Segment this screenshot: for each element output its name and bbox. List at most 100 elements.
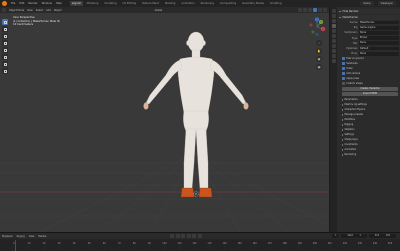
checkbox[interactable]	[342, 72, 345, 76]
collapsed-panel[interactable]: Rendering	[338, 152, 400, 157]
checkbox[interactable]	[342, 82, 345, 86]
collapsed-panel-label: Animation	[344, 148, 357, 152]
panel-header-main[interactable]: Hide Rendex	[338, 8, 400, 14]
property-dropdown[interactable]: Default	[359, 46, 399, 51]
rotate-icon[interactable]	[2, 40, 8, 46]
tab-modeling[interactable]: Modeling	[85, 1, 101, 6]
menu-playback[interactable]: Playback	[2, 235, 13, 238]
3d-viewport[interactable]: User Perspective (1) Collection | MakeHu…	[0, 13, 329, 232]
data-tab-icon[interactable]	[331, 54, 336, 58]
menu-window[interactable]: Window	[42, 2, 52, 5]
menu-help[interactable]: Help	[56, 2, 62, 5]
timeline-tick-label: 40	[73, 242, 76, 245]
3d-cursor-icon	[193, 191, 199, 197]
zoom-icon[interactable]: ⌕	[316, 40, 322, 46]
output-tab-icon[interactable]	[331, 19, 336, 23]
tab-scripting[interactable]: Scripting	[268, 1, 284, 6]
physics-tab-icon[interactable]	[331, 44, 336, 48]
overlay-icon[interactable]	[298, 8, 302, 12]
tab-shading[interactable]: Shading	[163, 1, 178, 6]
world-tab-icon[interactable]	[331, 29, 336, 33]
timeline-ruler[interactable]: 0 10 20 30 40 50 60 70 80 90 100 110 120 130 140 150 160…	[0, 240, 400, 251]
prev-key-icon[interactable]	[175, 234, 180, 238]
chevron-right-icon	[342, 118, 343, 121]
property-dropdown[interactable]: Game engine	[359, 25, 399, 30]
tab-layout[interactable]: Layout	[69, 1, 83, 6]
scene-tab-icon[interactable]	[331, 24, 336, 28]
tab-sculpting[interactable]: Sculpting	[102, 1, 118, 6]
constraint-tab-icon[interactable]	[331, 49, 336, 53]
chevron-right-icon	[342, 128, 343, 131]
material-tab-icon[interactable]	[331, 59, 336, 63]
play-reverse-icon[interactable]	[181, 234, 185, 238]
perspective-icon[interactable]: ▦	[316, 64, 322, 70]
material-shading-icon[interactable]	[318, 8, 322, 12]
scene-selector[interactable]: Scene	[360, 1, 374, 6]
navigation-gizmo[interactable]: X Y Z	[307, 17, 327, 37]
annotate-icon[interactable]	[2, 61, 8, 67]
menu-edit[interactable]: Edit	[19, 2, 24, 5]
menu-object[interactable]: Object	[54, 9, 62, 12]
menu-select[interactable]: Select	[36, 9, 43, 12]
object-tab-icon[interactable]	[331, 34, 336, 38]
next-key-icon[interactable]	[192, 234, 196, 238]
measure-icon[interactable]	[2, 68, 8, 74]
select-icon[interactable]	[2, 19, 8, 25]
camera-icon[interactable]: ▣	[316, 56, 322, 62]
human-model[interactable]	[0, 13, 329, 232]
timeline-tick-label: 160	[253, 242, 258, 245]
blender-logo-icon[interactable]	[2, 1, 7, 6]
checkbox[interactable]	[342, 57, 345, 61]
checkbox[interactable]	[342, 62, 345, 66]
rendered-shading-icon[interactable]	[323, 8, 327, 12]
scale-icon[interactable]	[2, 47, 8, 53]
checkbox-row[interactable]: Custom shape	[338, 81, 400, 86]
menu-keying[interactable]: Keying	[17, 235, 25, 238]
jump-end-icon[interactable]	[197, 234, 202, 238]
checkbox[interactable]	[342, 77, 345, 81]
play-icon[interactable]	[186, 234, 191, 238]
editor-type-icon[interactable]	[2, 8, 6, 12]
tab-compositing[interactable]: Compositing	[218, 1, 238, 6]
current-frame-field[interactable]: 1	[332, 234, 340, 238]
checkbox-label: Add camera	[346, 72, 361, 76]
view-layer-selector[interactable]: ViewLayer	[377, 1, 396, 6]
transform-orientation[interactable]: Global	[155, 9, 163, 12]
menu-add[interactable]: Add	[46, 9, 51, 12]
tool-tab-icon[interactable]	[331, 9, 336, 13]
jump-start-icon[interactable]	[170, 234, 174, 238]
move-icon[interactable]	[2, 33, 8, 39]
chevron-right-icon	[342, 153, 343, 156]
start-frame-field[interactable]: Start 1	[341, 234, 367, 238]
solid-shading-icon[interactable]	[313, 8, 317, 12]
modifier-tab-icon[interactable]	[331, 39, 336, 43]
create-character-button[interactable]: Create character	[342, 87, 398, 92]
object-mode-dropdown[interactable]: Object Mode	[9, 9, 24, 12]
wireframe-shading-icon[interactable]	[308, 8, 312, 12]
menu-view-timeline[interactable]: View	[29, 235, 35, 238]
cursor-icon[interactable]	[2, 26, 8, 32]
xray-icon[interactable]	[303, 8, 307, 12]
hand-icon[interactable]: ✋	[316, 48, 322, 54]
menu-view[interactable]: View	[27, 9, 33, 12]
property-dropdown[interactable]: MakeHuman	[359, 20, 399, 25]
property-dropdown[interactable]: None	[359, 31, 399, 35]
menu-render[interactable]: Render	[28, 2, 37, 5]
tab-uv-editing[interactable]: UV Editing	[121, 1, 139, 6]
import-mhm-button[interactable]: Import MHM	[342, 92, 398, 97]
transform-icon[interactable]	[2, 54, 8, 60]
tab-animation[interactable]: Animation	[179, 1, 196, 6]
tab-rendering[interactable]: Rendering	[199, 1, 216, 6]
menu-file[interactable]: File	[11, 2, 15, 5]
property-label: Eyebrows	[346, 47, 358, 50]
tab-geometry-nodes[interactable]: Geometry Nodes	[240, 1, 266, 6]
render-tab-icon[interactable]	[331, 14, 336, 18]
end-frame-field[interactable]: End 250	[368, 234, 396, 238]
collapsed-panels: Manage presets Modifiers Rigging Skeleton Se…	[338, 112, 400, 157]
property-dropdown[interactable]: None	[359, 41, 399, 46]
menu-marker[interactable]: Marker	[38, 235, 46, 238]
tab-texture-paint[interactable]: Texture Paint	[140, 1, 161, 6]
checkbox[interactable]	[342, 67, 345, 71]
property-dropdown[interactable]: None	[359, 51, 399, 56]
property-dropdown[interactable]: Brown	[359, 36, 399, 41]
